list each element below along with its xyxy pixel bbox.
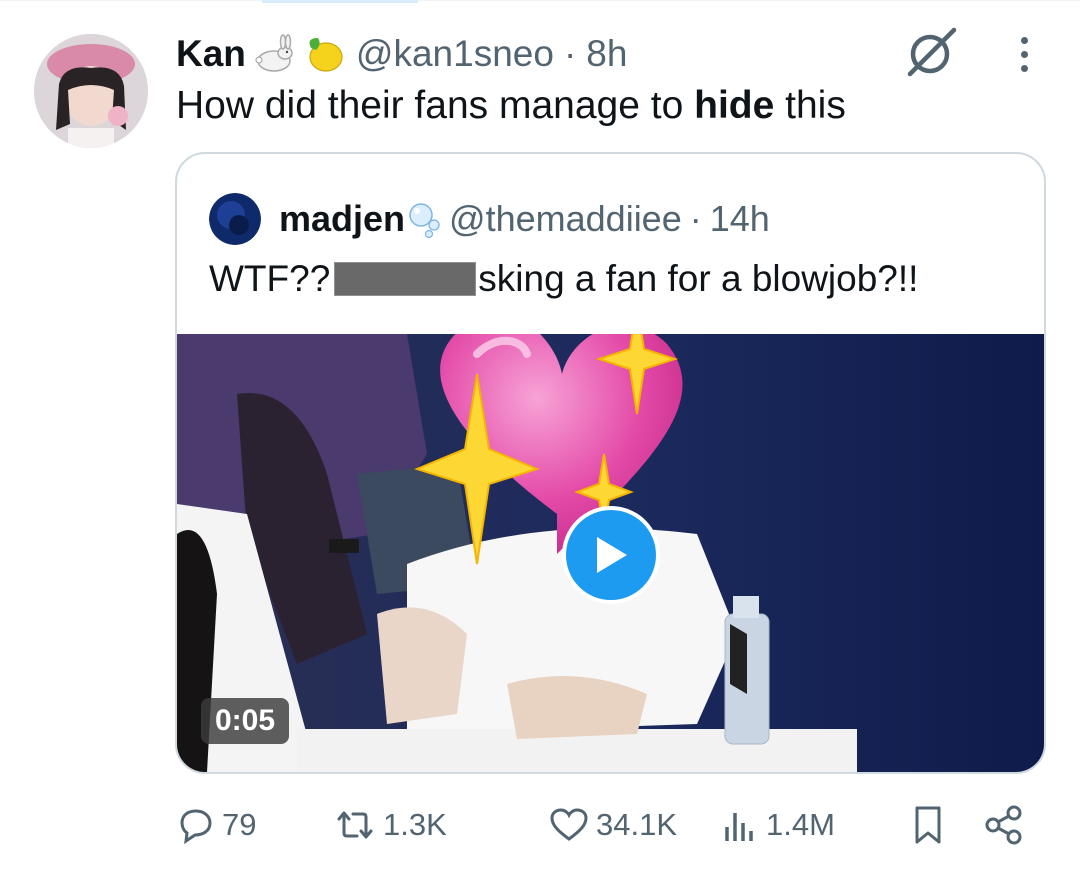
video-duration: 0:05 — [201, 698, 290, 744]
reply-button[interactable]: 79 — [176, 800, 256, 850]
quote-author-name[interactable]: madjen — [279, 198, 405, 240]
separator-dot: · — [689, 198, 702, 239]
share-button[interactable] — [984, 800, 1030, 850]
rabbit-icon — [252, 34, 296, 74]
bubbles-icon — [407, 199, 441, 239]
like-button[interactable]: 34.1K — [548, 800, 677, 850]
view-count: 1.4M — [766, 807, 835, 842]
action-bar: 79 1.3K 34.1K 1.4M — [176, 800, 1036, 850]
more-options-icon[interactable] — [1004, 30, 1044, 78]
like-count: 34.1K — [596, 807, 678, 842]
tweet-text-bold: hide — [694, 84, 775, 127]
author-name[interactable]: Kan — [176, 33, 246, 75]
grok-icon[interactable] — [902, 24, 960, 82]
quote-time[interactable]: 14h — [710, 198, 770, 240]
repost-count: 1.3K — [383, 807, 447, 842]
repost-button[interactable]: 1.3K — [333, 800, 447, 850]
tweet-text: How did their fans manage to hide this — [176, 84, 846, 128]
quote-text-part: sking a fan for a blowjob?!! — [478, 258, 919, 299]
views-button[interactable]: 1.4M — [720, 800, 835, 850]
reply-icon — [176, 805, 216, 845]
top-divider — [0, 0, 1080, 1]
quoted-tweet[interactable]: madjen @themaddiiee · 14h WTF?? sking a … — [175, 152, 1046, 774]
tweet-header: Kan @kan1sneo · 8h — [176, 26, 627, 82]
bookmark-button[interactable] — [910, 800, 952, 850]
reply-count: 79 — [222, 807, 257, 842]
top-indicator — [262, 0, 418, 3]
share-icon — [984, 804, 1024, 846]
lemon-icon — [302, 34, 346, 74]
author-handle[interactable]: @kan1sneo — [356, 33, 554, 75]
separator-dot: · — [563, 33, 577, 74]
bookmark-icon — [910, 804, 946, 846]
redaction-bar — [334, 262, 477, 296]
tweet-text-part: this — [774, 84, 846, 127]
quote-author-handle[interactable]: @themaddiiee — [449, 198, 682, 240]
avatar[interactable] — [34, 34, 148, 148]
post-time[interactable]: 8h — [586, 33, 627, 75]
play-button[interactable] — [562, 506, 660, 604]
repost-icon — [333, 805, 377, 845]
quote-avatar[interactable] — [209, 193, 261, 245]
quote-text: WTF?? sking a fan for a blowjob?!! — [209, 258, 918, 300]
quote-header: madjen @themaddiiee · 14h — [209, 193, 770, 245]
tweet-text-part: How did their fans manage to — [176, 84, 695, 127]
video-player[interactable]: 0:05 — [177, 334, 1044, 772]
play-icon — [597, 537, 627, 573]
views-icon — [720, 805, 760, 845]
heart-icon — [548, 805, 590, 845]
quote-text-part: WTF?? — [209, 258, 331, 299]
